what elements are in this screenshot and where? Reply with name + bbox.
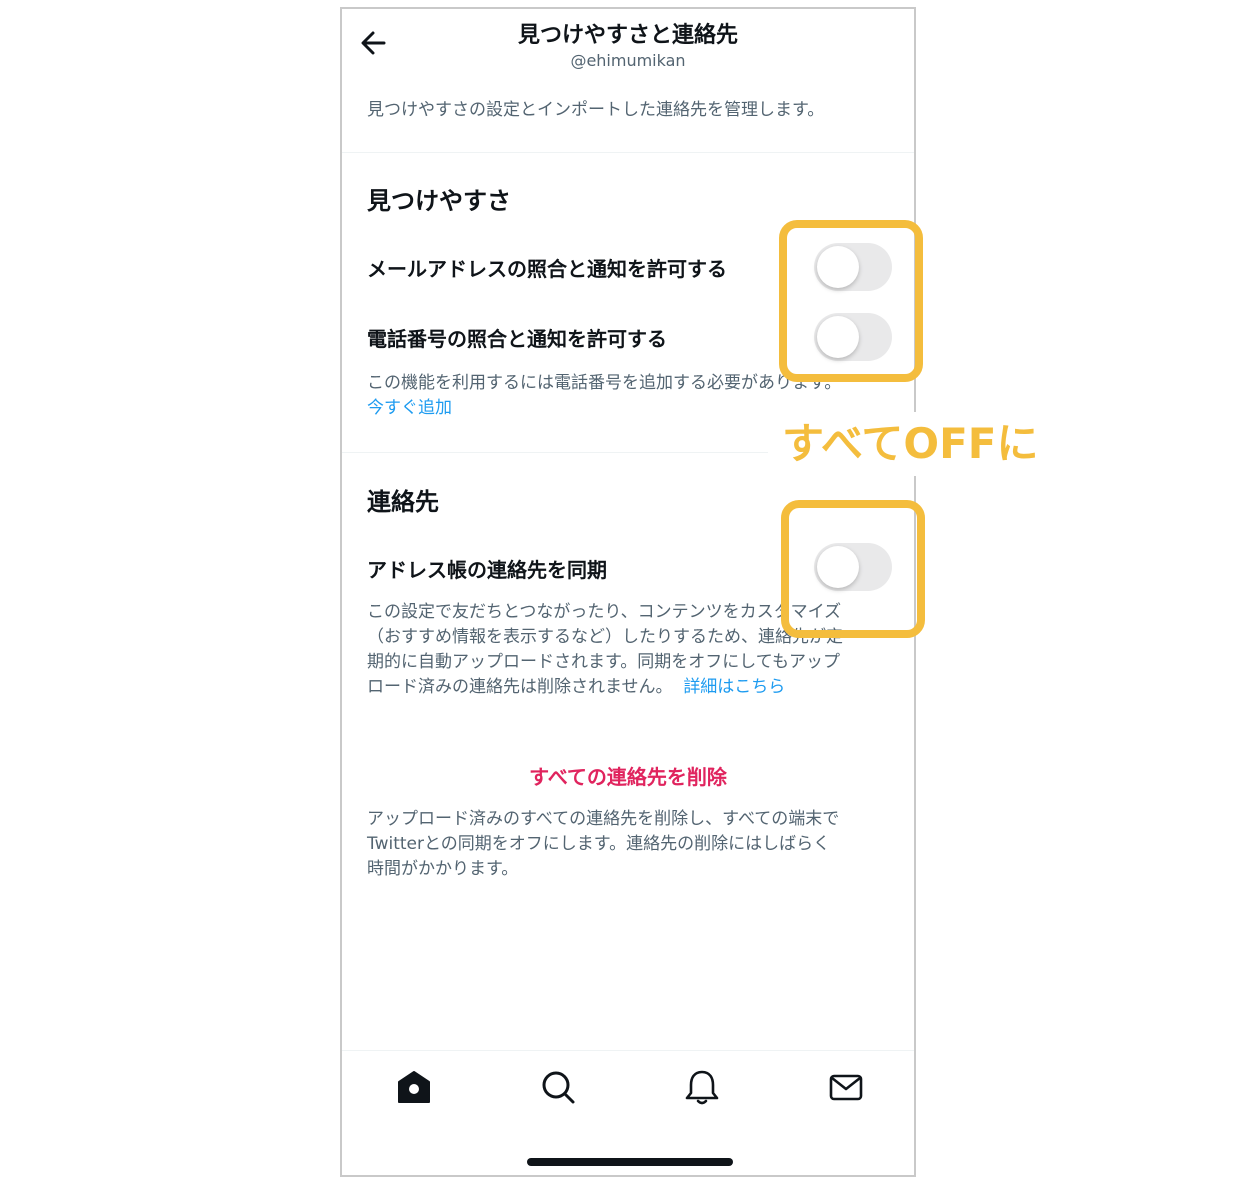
note-line: Twitterとの同期をオフにします。連絡先の削除にはしばらく [367,834,831,854]
details-link[interactable]: 詳細はこちら [683,677,785,697]
home-indicator [527,1158,733,1166]
annotation-text: すべてOFFに [768,412,1054,476]
tab-messages[interactable] [826,1067,866,1107]
note-line: 期的に自動アップロードされます。同期をオフにしてもアップ [367,652,840,672]
delete-all-contacts-button[interactable]: すべての連絡先を削除 [342,761,914,790]
search-icon [542,1071,575,1104]
phone-required-text: この機能を利用するには電話番号を追加する必要があります。 [367,373,842,393]
bell-icon [685,1070,719,1105]
note-line: この設定で友だちとつながったり、コンテンツをカスタマイズ [367,602,842,622]
account-handle: @ehimumikan [570,51,686,70]
note-line-last: ロード済みの連絡先は削除されません。 詳細はこちら [367,675,843,700]
note-line-text: ロード済みの連絡先は削除されません。 [367,677,673,697]
section-title-contacts: 連絡先 [367,488,439,516]
home-icon [398,1071,430,1103]
note-line: アップロード済みのすべての連絡先を削除し、すべての端末で [367,809,840,829]
intro-text: 見つけやすさの設定とインポートした連絡先を管理します。 [367,100,825,120]
highlight-box-discoverability-toggles [779,220,923,382]
page-title: 見つけやすさと連絡先 [517,23,738,48]
tab-home[interactable] [394,1067,434,1107]
contact-sync-note: この設定で友だちとつながったり、コンテンツをカスタマイズ （おすすめ情報を表示す… [367,600,843,700]
tab-notifications[interactable] [682,1067,722,1107]
delete-contacts-note: アップロード済みのすべての連絡先を削除し、すべての端末で Twitterとの同期… [367,807,839,882]
tab-bar-divider [342,1050,914,1051]
note-line: （おすすめ情報を表示するなど）したりするため、連絡先が定 [367,627,843,647]
mail-icon [829,1074,863,1101]
email-match-label: メールアドレスの照合と通知を許可する [367,257,727,281]
tab-search[interactable] [538,1067,578,1107]
contact-sync-label: アドレス帳の連絡先を同期 [367,558,607,582]
highlight-box-contact-sync-toggle [781,500,925,638]
section-title-discoverability: 見つけやすさ [367,187,511,215]
phone-match-label: 電話番号の照合と通知を許可する [367,327,667,351]
divider [342,152,914,153]
note-line: 時間がかかります。 [367,859,519,879]
